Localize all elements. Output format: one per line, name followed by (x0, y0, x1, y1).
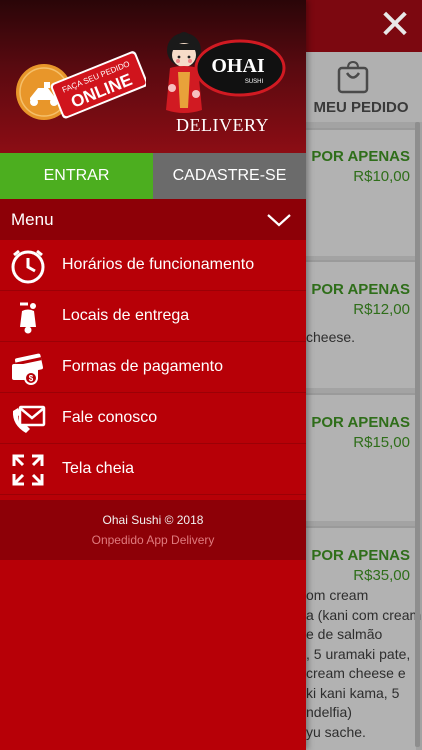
menu-item-label: Tela cheia (62, 460, 135, 477)
footer-copyright: Ohai Sushi © 2018 (102, 513, 204, 527)
product-description-line: ki kani kama, 5 (306, 685, 400, 701)
price-value: R$35,00 (353, 567, 410, 584)
product-card[interactable]: POR APENAS R$10,00 (306, 128, 416, 256)
login-button[interactable]: ENTRAR (0, 153, 153, 199)
chevron-down-icon[interactable] (266, 212, 292, 228)
price-title: POR APENAS (311, 414, 410, 431)
price-title: POR APENAS (311, 281, 410, 298)
menu-item-label: Fale conosco (62, 409, 158, 426)
scooter-icon (20, 302, 36, 334)
menu-title: Menu (11, 209, 54, 229)
menu-item-delivery-areas[interactable]: Locais de entrega (0, 291, 306, 342)
menu-list: Horários de funcionamento Locais de entr… (0, 240, 306, 495)
product-description-line: ndelfia) (306, 704, 352, 720)
price-value: R$10,00 (353, 168, 410, 185)
product-description: cheese. (306, 329, 356, 345)
shopping-bag-icon (337, 60, 369, 94)
drawer-header: FAÇA SEU PEDIDO ONLINE OHAI SUSHI DELIVE… (0, 0, 306, 153)
svg-text:OHAI: OHAI (211, 55, 265, 77)
product-card[interactable]: POR APENAS R$12,00 cheese. (306, 260, 416, 388)
price-value: R$15,00 (353, 434, 410, 451)
product-description-line: om cream (306, 587, 369, 603)
product-description-line: a (kani com cream (306, 607, 422, 623)
clock-icon (11, 249, 45, 284)
menu-item-label: Formas de pagamento (62, 358, 223, 375)
signup-button[interactable]: CADASTRE-SE (153, 153, 306, 199)
footer-subtitle[interactable]: Onpedido App Delivery (0, 533, 306, 547)
menu-item-fullscreen[interactable]: Tela cheia (0, 444, 306, 495)
price-value: R$12,00 (353, 301, 410, 318)
svg-text:SUSHI: SUSHI (245, 79, 264, 85)
scrollbar[interactable] (415, 122, 420, 747)
menu-item-contact-us[interactable]: Fale conosco (0, 393, 306, 444)
menu-header[interactable]: Menu (0, 199, 306, 240)
product-description-line: e de salmão (306, 626, 383, 642)
my-order-tab[interactable]: MEU PEDIDO (306, 52, 422, 122)
drawer-footer: Ohai Sushi © 2018 Onpedido App Delivery (0, 500, 306, 560)
product-description-line: yu sache. (306, 724, 366, 740)
product-card[interactable]: POR APENAS R$15,00 (306, 393, 416, 521)
product-description-line: cream cheese e (306, 665, 406, 681)
product-card[interactable]: POR APENAS R$35,00 om cream a (kani com … (306, 526, 421, 750)
menu-item-payment-methods[interactable]: $ Formas de pagamento (0, 342, 306, 393)
close-icon[interactable]: ✕ (376, 5, 414, 45)
mail-phone-icon (12, 405, 46, 433)
fullscreen-icon (12, 454, 44, 486)
menu-item-label: Locais de entrega (62, 307, 190, 324)
price-title: POR APENAS (311, 148, 410, 165)
payment-card-icon: $ (12, 353, 43, 385)
price-title: POR APENAS (311, 547, 410, 564)
menu-item-label: Horários de funcionamento (62, 256, 255, 273)
brand-logo: OHAI SUSHI (166, 32, 286, 113)
delivery-label: DELIVERY (176, 115, 269, 135)
order-online-badge: FAÇA SEU PEDIDO ONLINE (16, 51, 146, 120)
auth-buttons: ENTRAR CADASTRE-SE (0, 153, 306, 199)
my-order-label: MEU PEDIDO (313, 99, 409, 116)
menu-item-opening-hours[interactable]: Horários de funcionamento (0, 240, 306, 291)
svg-text:$: $ (29, 374, 34, 383)
navigation-drawer: FAÇA SEU PEDIDO ONLINE OHAI SUSHI DELIVE… (0, 0, 306, 750)
product-description-line: , 5 uramaki pate, (306, 646, 411, 662)
